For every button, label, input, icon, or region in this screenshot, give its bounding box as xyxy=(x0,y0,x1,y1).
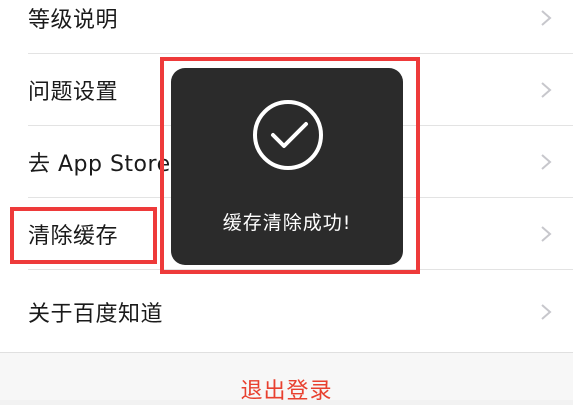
logout-button[interactable]: 退出登录 xyxy=(0,373,573,405)
settings-item-label: 等级说明 xyxy=(28,8,119,33)
settings-item-about[interactable]: 关于百度知道 xyxy=(0,276,573,348)
logout-area: 退出登录 xyxy=(0,352,573,404)
chevron-right-icon xyxy=(541,10,552,26)
chevron-right-icon xyxy=(541,82,552,98)
chevron-right-icon xyxy=(541,154,552,170)
settings-item-label: 问题设置 xyxy=(28,80,119,105)
toast-message: 缓存清除成功! xyxy=(222,212,352,234)
toast: 缓存清除成功! xyxy=(171,68,403,265)
settings-item-label: 清除缓存 xyxy=(28,224,119,249)
settings-item-level-info[interactable]: 等级说明 xyxy=(0,0,573,54)
chevron-right-icon xyxy=(541,304,552,320)
settings-item-label: 关于百度知道 xyxy=(28,302,164,327)
divider xyxy=(28,269,573,270)
chevron-right-icon xyxy=(541,226,552,242)
checkmark-circle-icon xyxy=(253,100,323,170)
